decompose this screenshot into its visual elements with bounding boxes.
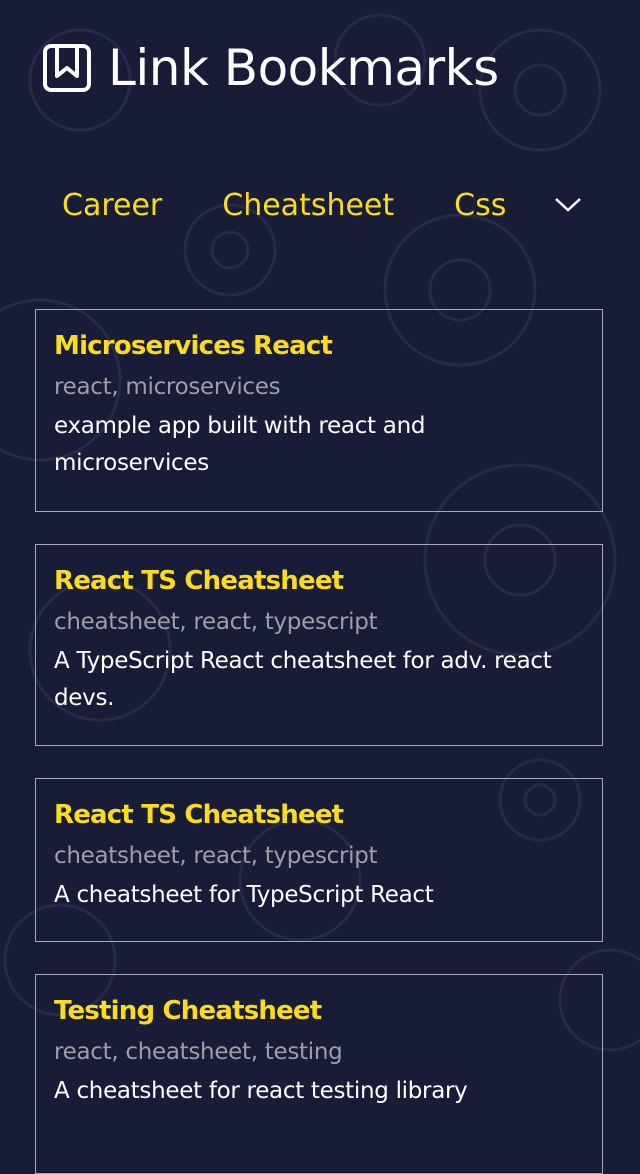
page-title: Link Bookmarks [108,39,499,97]
bookmark-description: A cheatsheet for TypeScript React [54,882,434,908]
bookmark-title[interactable]: React TS Cheatsheet [54,797,584,833]
bookmark-card[interactable]: Microservices React react, microservices… [35,309,603,512]
category-tabs: Career Cheatsheet Css [62,186,581,226]
bookmark-title[interactable]: React TS Cheatsheet [54,563,584,599]
bookmark-tags: react, cheatsheet, testing [54,1039,343,1065]
tab-career[interactable]: Career [62,186,162,226]
chevron-down-icon[interactable] [554,194,582,214]
bookmark-tags: cheatsheet, react, typescript [54,609,378,635]
tab-css[interactable]: Css [454,186,506,226]
bookmark-title[interactable]: Microservices React [54,328,584,364]
bookmark-description: example app built with react and microse… [54,413,426,476]
bookmark-description: A TypeScript React cheatsheet for adv. r… [54,648,552,711]
bookmark-card[interactable]: React TS Cheatsheet cheatsheet, react, t… [35,778,603,942]
bookmark-card[interactable]: React TS Cheatsheet cheatsheet, react, t… [35,544,603,746]
bookmark-title[interactable]: Testing Cheatsheet [54,993,584,1029]
app-header: Link Bookmarks [42,36,499,100]
bookmark-description: A cheatsheet for react testing library [54,1078,468,1104]
tab-cheatsheet[interactable]: Cheatsheet [222,186,394,226]
bookmark-tags: cheatsheet, react, typescript [54,843,378,869]
bookmark-card[interactable]: Testing Cheatsheet react, cheatsheet, te… [35,974,603,1174]
bookmark-icon [43,44,91,92]
bookmark-tags: react, microservices [54,374,281,400]
